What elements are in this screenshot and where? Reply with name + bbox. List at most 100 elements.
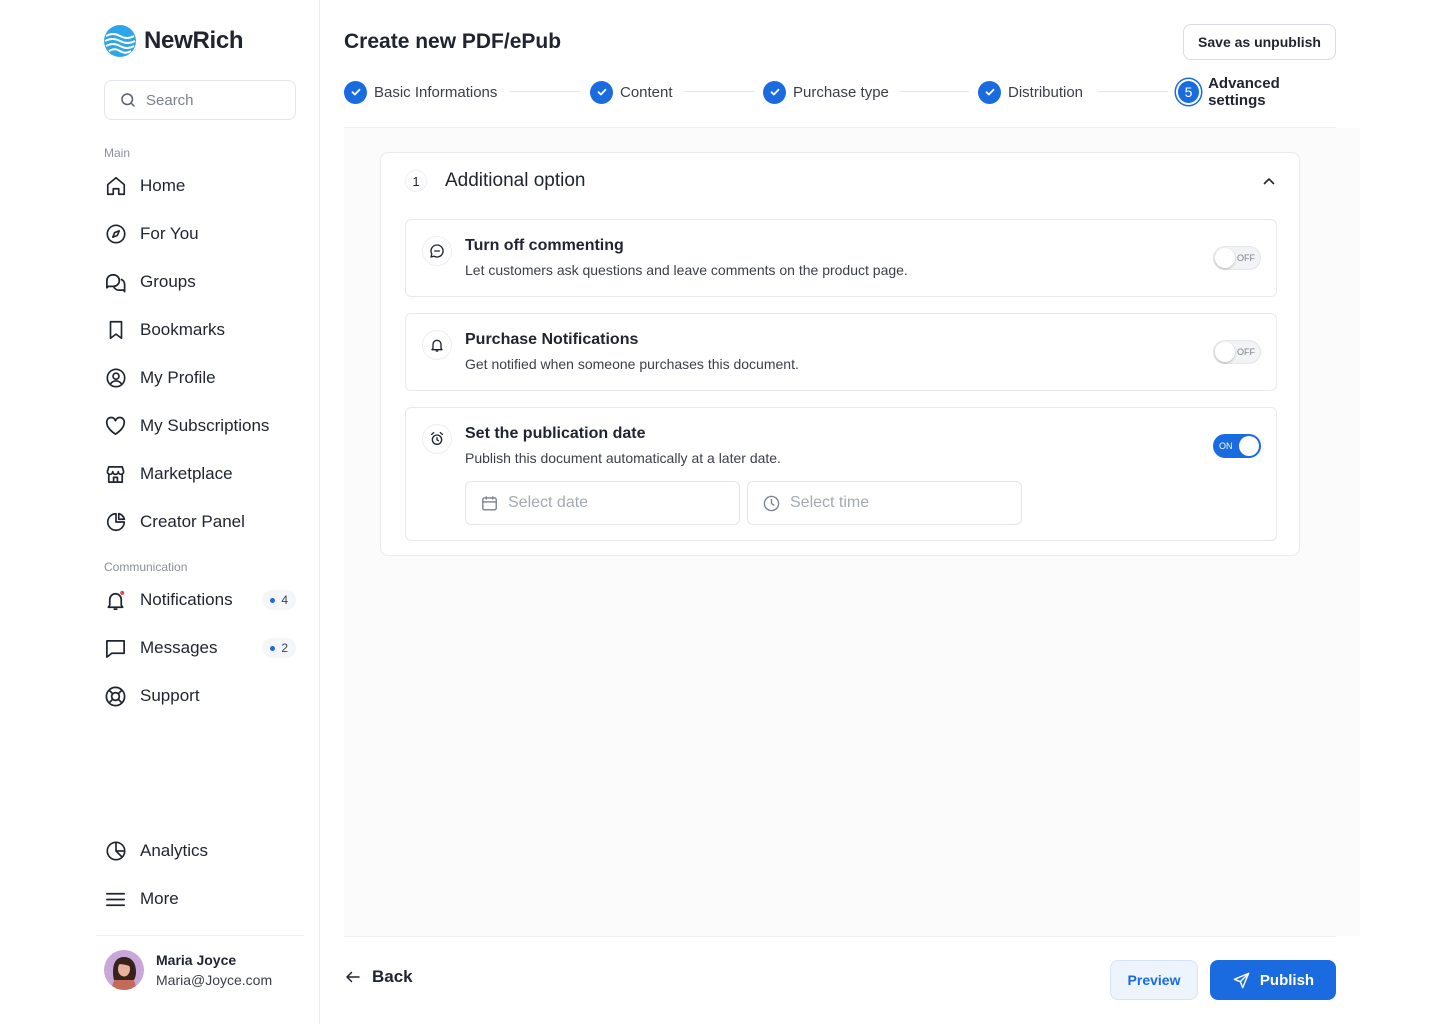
option-set-publication-date: Set the publication date Publish this do…	[405, 407, 1277, 541]
nav-item-notifications[interactable]: Notifications 4	[104, 580, 296, 620]
user-profile[interactable]: Maria Joyce Maria@Joyce.com	[104, 950, 272, 990]
nav-label: Creator Panel	[140, 512, 245, 531]
message-icon	[104, 637, 127, 660]
search-box[interactable]	[104, 80, 296, 120]
arrow-left-icon	[344, 968, 362, 986]
step-label: Distribution	[1008, 83, 1084, 101]
nav-item-groups[interactable]: Groups	[104, 262, 296, 302]
additional-option-card: 1 Additional option Turn off commenting …	[380, 152, 1300, 556]
commenting-toggle[interactable]: OFF	[1213, 246, 1261, 270]
section-number: 1	[405, 170, 427, 192]
back-button[interactable]: Back	[344, 967, 413, 987]
nav-label: Messages	[140, 638, 218, 657]
compass-icon	[104, 223, 127, 246]
user-email: Maria@Joyce.com	[156, 972, 273, 988]
home-icon	[104, 175, 127, 198]
step-content[interactable]: Content	[590, 79, 673, 105]
nav-item-analytics[interactable]: Analytics	[104, 831, 296, 871]
page-title: Create new PDF/ePub	[344, 30, 562, 53]
step-label: Advanced settings	[1208, 75, 1280, 109]
chevron-up-icon[interactable]	[1261, 173, 1277, 189]
step-distribution[interactable]: Distribution	[978, 79, 1083, 105]
step-connector	[1098, 91, 1168, 92]
nav-label: Notifications	[140, 590, 233, 609]
nav-label: Analytics	[140, 841, 209, 860]
section-label-communication: Communication	[104, 560, 188, 574]
nav-label: More	[140, 889, 179, 908]
nav-item-creator-panel[interactable]: Creator Panel	[104, 502, 296, 542]
save-as-unpublish-button[interactable]: Save as unpublish	[1183, 24, 1336, 60]
step-label: Content	[620, 83, 673, 101]
nav-label: Support	[140, 686, 200, 705]
nav-item-my-subscriptions[interactable]: My Subscriptions	[104, 406, 296, 446]
step-advanced-settings[interactable]: 5 Advanced settings	[1176, 75, 1336, 109]
nav-item-for-you[interactable]: For You	[104, 214, 296, 254]
analytics-icon	[104, 840, 127, 863]
option-description: Let customers ask questions and leave co…	[465, 262, 908, 278]
publish-label: Publish	[1259, 971, 1315, 989]
step-basic-informations[interactable]: Basic Informations	[344, 79, 497, 105]
alarm-clock-icon	[422, 424, 452, 454]
option-turn-off-commenting: Turn off commenting Let customers ask qu…	[405, 219, 1277, 297]
option-description: Get notified when someone purchases this…	[465, 356, 799, 372]
send-icon	[1232, 971, 1251, 990]
bell-icon	[104, 589, 127, 612]
publication-date-toggle[interactable]: ON	[1213, 434, 1261, 458]
nav-item-support[interactable]: Support	[104, 676, 296, 716]
back-label: Back	[372, 967, 413, 986]
card-header[interactable]: 1 Additional option	[405, 170, 586, 192]
step-label: Purchase type	[793, 83, 889, 101]
option-description: Publish this document automatically at a…	[465, 450, 781, 466]
sidebar: NewRich Main Home For You Groups Bookmar…	[0, 0, 320, 1024]
newrich-logo-icon	[104, 25, 136, 57]
pie-chart-icon	[104, 511, 127, 534]
comment-icon	[422, 236, 452, 266]
date-picker[interactable]	[465, 481, 740, 525]
nav-label: Bookmarks	[140, 320, 226, 339]
step-connector	[899, 91, 969, 92]
time-picker[interactable]	[747, 481, 1022, 525]
nav-label: My Subscriptions	[140, 416, 270, 435]
nav-item-home[interactable]: Home	[104, 166, 296, 206]
stepper: Basic Informations Content Purchase type…	[344, 75, 1336, 109]
bookmark-icon	[104, 319, 127, 342]
nav-label: Marketplace	[140, 464, 233, 483]
store-icon	[104, 463, 127, 486]
option-title: Purchase Notifications	[465, 331, 639, 348]
main-content: Create new PDF/ePub Save as unpublish Ba…	[320, 0, 1440, 1024]
clock-icon	[762, 494, 781, 513]
purchase-notifications-toggle[interactable]: OFF	[1213, 340, 1261, 364]
nav-item-messages[interactable]: Messages 2	[104, 628, 296, 668]
nav-label: Groups	[140, 272, 196, 291]
nav-label: My Profile	[140, 368, 216, 387]
step-purchase-type[interactable]: Purchase type	[763, 79, 889, 105]
brand-name: NewRich	[144, 27, 244, 54]
avatar	[104, 950, 144, 990]
step-number-badge: 5	[1176, 79, 1202, 105]
nav-item-more[interactable]: More	[104, 879, 296, 919]
preview-button[interactable]: Preview	[1110, 960, 1198, 1000]
footer-divider	[344, 936, 1336, 937]
time-input[interactable]	[790, 494, 1010, 512]
search-input[interactable]	[146, 91, 276, 109]
user-name: Maria Joyce	[156, 952, 237, 968]
nav-item-my-profile[interactable]: My Profile	[104, 358, 296, 398]
step-connector	[510, 91, 580, 92]
nav-item-marketplace[interactable]: Marketplace	[104, 454, 296, 494]
publish-button[interactable]: Publish	[1210, 960, 1336, 1000]
search-icon	[119, 91, 137, 109]
message-count-badge: 2	[262, 638, 296, 658]
menu-icon	[104, 888, 127, 911]
step-connector	[684, 91, 754, 92]
user-circle-icon	[104, 367, 127, 390]
lifebuoy-icon	[104, 685, 127, 708]
option-title: Set the publication date	[465, 425, 646, 442]
brand[interactable]: NewRich	[104, 25, 244, 57]
section-title: Additional option	[445, 170, 586, 191]
date-input[interactable]	[508, 494, 728, 512]
calendar-icon	[480, 494, 499, 513]
option-title: Turn off commenting	[465, 237, 624, 254]
nav-item-bookmarks[interactable]: Bookmarks	[104, 310, 296, 350]
heart-icon	[104, 415, 127, 438]
check-icon	[978, 80, 1001, 104]
